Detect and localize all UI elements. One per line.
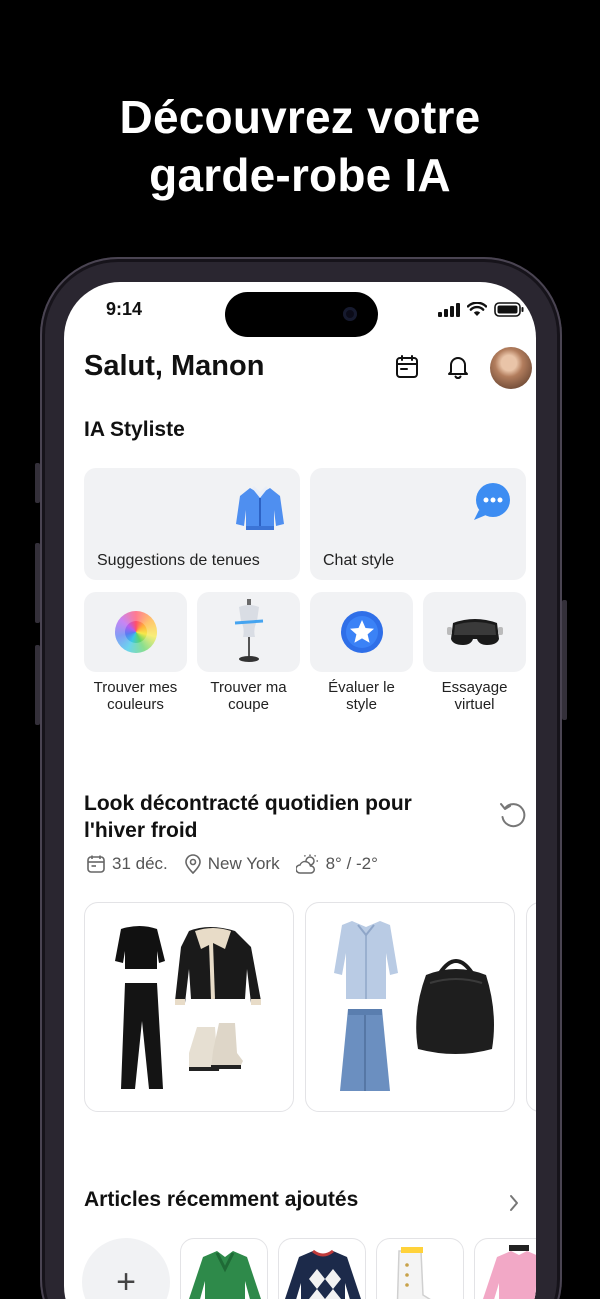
virtual-tryon-label: Essayage virtuel xyxy=(423,679,526,713)
plus-icon: + xyxy=(116,1262,136,1299)
recent-items-title: Articles récemment ajoutés xyxy=(84,1188,359,1211)
look-location: New York xyxy=(184,854,280,874)
battery-icon xyxy=(494,302,524,317)
outfit-black-look-image xyxy=(115,926,261,1089)
find-fit-icon-box xyxy=(197,592,300,672)
chevron-right-icon[interactable] xyxy=(506,1192,522,1214)
look-date-text: 31 déc. xyxy=(112,854,168,873)
chat-style-card[interactable]: Chat style xyxy=(310,468,526,580)
virtual-tryon-tile[interactable]: Essayage virtuel xyxy=(423,592,526,713)
virtual-tryon-label-line1: Essayage xyxy=(441,679,508,696)
camera-icon xyxy=(343,307,357,321)
color-wheel-icon xyxy=(114,611,157,653)
calendar-icon[interactable] xyxy=(394,354,420,380)
calendar-small-icon xyxy=(87,855,105,873)
location-pin-icon xyxy=(184,854,201,874)
white-boots-image xyxy=(396,1247,431,1299)
outfit-card[interactable] xyxy=(84,902,294,1112)
look-title: Look décontracté quotidien pour l'hiver … xyxy=(84,792,412,842)
find-colors-label: Trouver mes couleurs xyxy=(84,679,187,713)
find-fit-label-line1: Trouver ma xyxy=(210,679,287,696)
outfit-card-partial[interactable] xyxy=(526,902,536,1112)
rate-style-label: Évaluer le style xyxy=(310,679,413,713)
status-icons xyxy=(438,302,524,317)
profile-avatar[interactable] xyxy=(490,347,532,389)
headline-line-1: Découvrez votre xyxy=(119,91,481,143)
dynamic-island xyxy=(225,292,378,337)
look-weather-text: 8° / -2° xyxy=(325,854,378,873)
look-meta: 31 déc. New York 8° / -2° xyxy=(86,854,394,874)
jacket-icon xyxy=(236,486,284,530)
outfit-denim-look-image xyxy=(334,921,494,1091)
chat-style-label: Chat style xyxy=(323,552,395,569)
partly-cloudy-icon xyxy=(295,854,318,874)
recent-item[interactable] xyxy=(474,1238,536,1299)
look-date: 31 déc. xyxy=(86,854,168,874)
phone-side-button xyxy=(35,463,40,503)
find-colors-tile[interactable]: Trouver mes couleurs xyxy=(84,592,187,713)
argyle-sweater-image xyxy=(285,1249,361,1299)
look-location-text: New York xyxy=(207,854,280,873)
find-fit-label: Trouver ma coupe xyxy=(197,679,300,713)
cellular-signal-icon xyxy=(438,302,460,317)
vr-headset-icon xyxy=(446,619,503,645)
refresh-icon[interactable] xyxy=(498,800,528,830)
pink-shirt-image xyxy=(483,1245,536,1299)
rate-style-icon-box xyxy=(310,592,413,672)
find-fit-tile[interactable]: Trouver ma coupe xyxy=(197,592,300,713)
green-blouse-image xyxy=(189,1251,261,1299)
outfit-card[interactable] xyxy=(305,902,515,1112)
recent-items-row: + xyxy=(82,1238,536,1299)
status-bar: 9:14 xyxy=(64,282,536,342)
phone-power-button xyxy=(562,600,567,720)
rate-style-tile[interactable]: Évaluer le style xyxy=(310,592,413,713)
phone-volume-up-button xyxy=(35,543,40,623)
find-colors-label-line2: couleurs xyxy=(107,696,164,713)
phone-volume-down-button xyxy=(35,645,40,725)
outfit-suggestions-card[interactable]: Suggestions de tenues xyxy=(84,468,300,580)
notification-bell-icon[interactable] xyxy=(445,354,471,380)
ai-stylist-title: IA Styliste xyxy=(84,418,185,441)
rate-style-label-line1: Évaluer le xyxy=(328,679,395,696)
add-item-button[interactable]: + xyxy=(82,1238,170,1299)
look-weather: 8° / -2° xyxy=(295,854,378,874)
greeting-title: Salut, Manon xyxy=(84,350,265,382)
chat-bubble-icon xyxy=(474,483,510,520)
find-fit-label-line2: coupe xyxy=(228,696,269,713)
status-time: 9:14 xyxy=(106,299,143,319)
app-screen: 9:14 Salut, Manon IA Styliste Suggestion… xyxy=(64,282,536,1299)
recent-item[interactable] xyxy=(180,1238,268,1299)
outfit-suggestions-label: Suggestions de tenues xyxy=(97,552,260,569)
promo-headline: Découvrez votre garde-robe IA xyxy=(0,88,600,204)
home-header: Salut, Manon xyxy=(84,344,532,394)
virtual-tryon-label-line2: virtuel xyxy=(454,696,495,713)
rate-style-label-line2: style xyxy=(346,696,377,713)
find-colors-icon-box xyxy=(84,592,187,672)
star-badge-icon xyxy=(340,611,383,653)
headline-line-2: garde-robe IA xyxy=(149,149,451,201)
find-colors-label-line1: Trouver mes xyxy=(93,679,178,696)
wifi-icon xyxy=(467,302,487,316)
recent-item[interactable] xyxy=(376,1238,464,1299)
virtual-tryon-icon-box xyxy=(423,592,526,672)
recent-item[interactable] xyxy=(278,1238,366,1299)
mannequin-icon xyxy=(234,599,263,662)
